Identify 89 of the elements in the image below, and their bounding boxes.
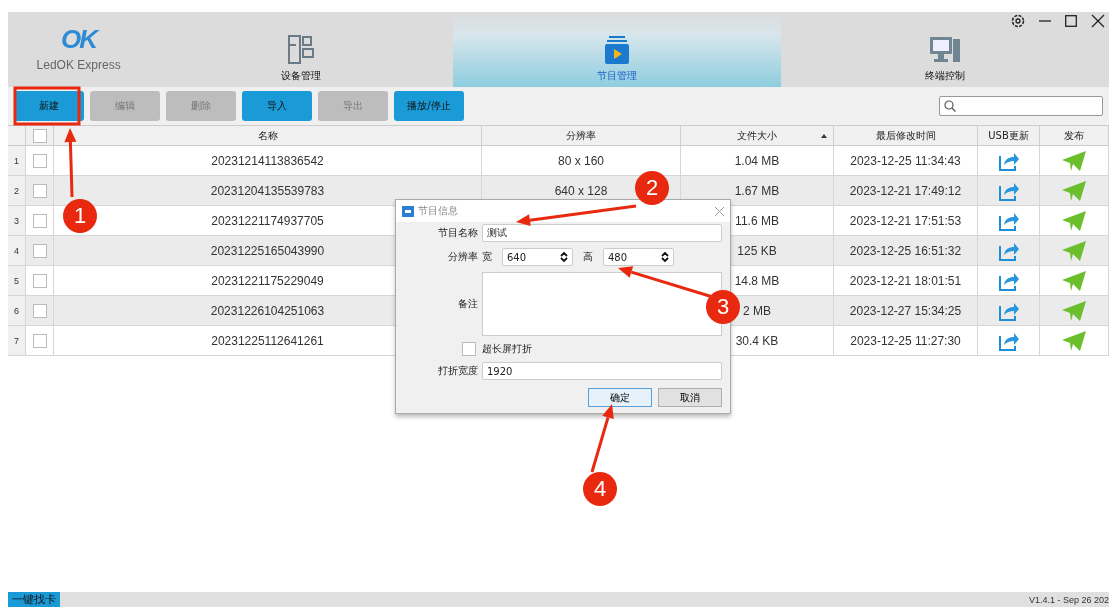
find-card-button[interactable]: 一键找卡 — [8, 592, 60, 607]
dialog-title: 节目信息 — [418, 204, 458, 218]
field-label: 打折宽度 — [437, 364, 478, 378]
app-name: LedOK Express — [36, 58, 121, 72]
search-field[interactable] — [939, 96, 1103, 116]
maximize-icon[interactable] — [1065, 15, 1077, 27]
table-cell: 20231204135539783 — [210, 183, 325, 198]
row-number: 7 — [14, 335, 19, 346]
table-cell: 20231221174937705 — [211, 213, 324, 228]
select-all-checkbox[interactable] — [32, 128, 47, 143]
row-checkbox[interactable] — [32, 213, 47, 228]
column-header[interactable]: 发布 — [1064, 128, 1084, 143]
row-number: 5 — [14, 275, 19, 286]
table-cell: 2023-12-21 17:51:53 — [849, 213, 962, 228]
paper-plane-icon[interactable] — [1062, 180, 1086, 201]
row-checkbox[interactable] — [32, 183, 47, 198]
table-cell: 20231226104251063 — [210, 303, 325, 318]
nav-tab[interactable]: 设备管理 — [149, 12, 453, 87]
table-cell: 2023-12-21 18:01:51 — [849, 273, 962, 288]
paper-plane-icon[interactable] — [1062, 240, 1086, 261]
row-number: 2 — [14, 185, 19, 196]
table-cell: 1.67 MB — [734, 183, 780, 198]
paper-plane-icon[interactable] — [1062, 210, 1086, 231]
computer-icon — [928, 35, 961, 65]
column-header[interactable]: 最后修改时间 — [875, 128, 936, 143]
close-icon[interactable] — [1091, 14, 1105, 28]
checkbox[interactable] — [462, 342, 476, 356]
table-cell: 2 MB — [743, 303, 771, 318]
row-number: 3 — [14, 215, 19, 226]
table-cell: 80 x 160 — [557, 153, 604, 168]
row-checkbox[interactable] — [32, 333, 47, 348]
table-cell: 1.04 MB — [734, 153, 780, 168]
row-checkbox[interactable] — [32, 273, 47, 288]
row-number: 4 — [14, 245, 19, 256]
search-icon — [944, 100, 956, 112]
dialog-button[interactable]: 取消 — [658, 388, 722, 407]
paper-plane-icon[interactable] — [1062, 330, 1086, 351]
dialog-button[interactable]: 确定 — [588, 388, 652, 407]
row-checkbox[interactable] — [32, 243, 47, 258]
annotation-arrow — [590, 404, 614, 473]
nav-tab[interactable]: 终端控制 — [780, 12, 1109, 87]
row-checkbox[interactable] — [32, 303, 47, 318]
row-checkbox[interactable] — [32, 153, 47, 168]
field-label: 节目名称 — [437, 226, 478, 240]
device-panel-icon — [287, 35, 314, 65]
column-header[interactable]: 名称 — [257, 128, 278, 143]
table-cell: 14.8 MB — [734, 273, 780, 288]
table-cell: 2023-12-25 11:27:30 — [850, 333, 961, 348]
table-cell: 125 KB — [737, 243, 777, 258]
spin-field[interactable]: 640 — [502, 248, 573, 266]
annotation-arrow — [64, 128, 77, 198]
table-cell: 30.4 KB — [735, 333, 779, 348]
settings-icon[interactable] — [1011, 14, 1025, 28]
input-field[interactable]: 1920 — [482, 362, 722, 380]
spin-field[interactable]: 480 — [603, 248, 674, 266]
table-cell: 11.6 MB — [735, 213, 779, 228]
checkbox-label: 超长屏打折 — [482, 342, 532, 356]
table-cell: 2023-12-21 17:49:12 — [849, 183, 962, 198]
highlight-frame — [13, 86, 81, 126]
paper-plane-icon[interactable] — [1062, 300, 1086, 321]
paper-plane-icon[interactable] — [1062, 270, 1086, 291]
toolbar-button[interactable]: 导入 — [242, 91, 312, 121]
sort-ascending-icon — [821, 133, 827, 138]
column-header[interactable]: 文件大小 — [737, 128, 777, 143]
table-cell: 20231214113836542 — [211, 153, 324, 168]
table-cell: 2023-12-27 15:34:25 — [849, 303, 962, 318]
table-cell: 2023-12-25 16:51:32 — [849, 243, 962, 258]
field-label: 高 — [583, 250, 593, 264]
app-logo-icon — [402, 205, 414, 217]
input-field[interactable]: 测试 — [482, 224, 722, 242]
spinner-arrows-icon[interactable] — [661, 251, 669, 263]
table-cell: 20231221175229049 — [211, 273, 324, 288]
field-label: 分辨率 — [447, 250, 478, 264]
table-cell: 20231225112641261 — [211, 333, 324, 348]
field-label: 宽 — [482, 250, 492, 264]
toolbar-button[interactable]: 播放/停止 — [394, 91, 464, 121]
table-cell: 20231225165043990 — [210, 243, 325, 258]
table-cell: 640 x 128 — [554, 183, 608, 198]
row-number: 1 — [14, 155, 19, 166]
play-stack-icon — [602, 35, 631, 65]
paper-plane-icon[interactable] — [1062, 150, 1086, 171]
version-text: V1.4.1 - Sep 26 202 — [1028, 594, 1109, 605]
field-label: 备注 — [457, 297, 478, 311]
column-header[interactable]: USB更新 — [988, 128, 1029, 143]
table-cell: 2023-12-25 11:34:43 — [850, 153, 961, 168]
row-number: 6 — [14, 305, 19, 316]
spinner-arrows-icon[interactable] — [560, 251, 568, 263]
column-header[interactable]: 分辨率 — [566, 128, 596, 143]
logo: OK — [61, 26, 97, 52]
